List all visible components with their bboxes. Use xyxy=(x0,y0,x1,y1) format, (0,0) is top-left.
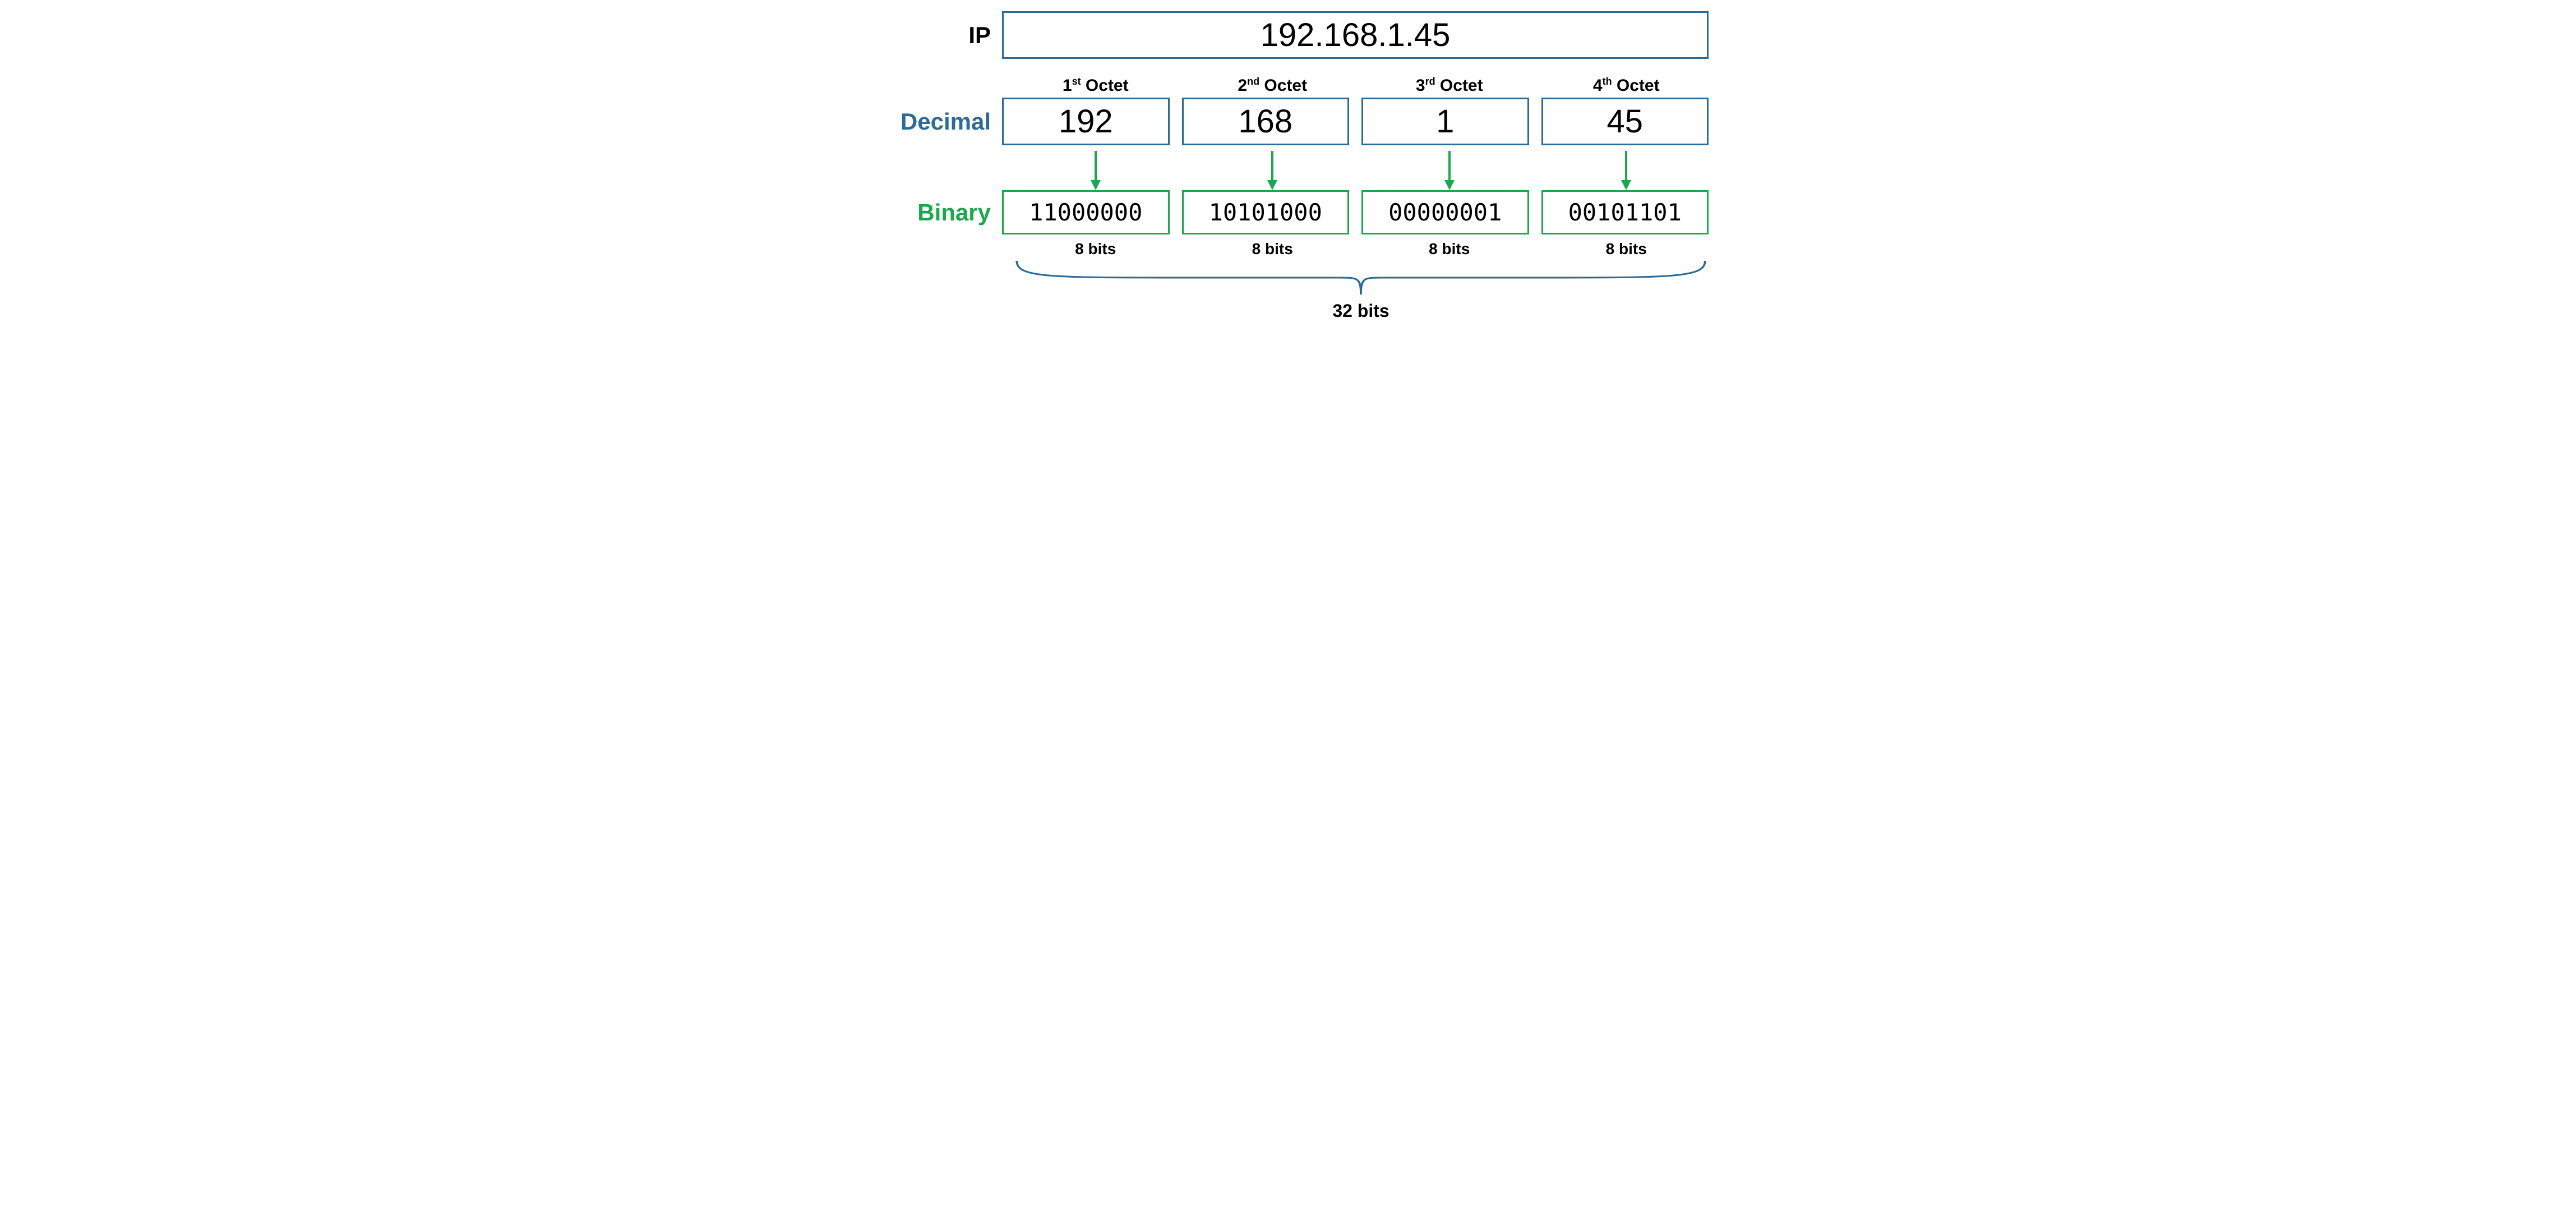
ip-content: 192.168.1.45 xyxy=(1002,11,1709,59)
binary-label: Binary xyxy=(867,199,1002,226)
octet-header: 3rd Octet xyxy=(1367,76,1532,95)
octet-ordinal-num: 3 xyxy=(1416,76,1425,95)
binary-octet-box: 10101000 xyxy=(1182,190,1350,234)
octet-ordinal-num: 4 xyxy=(1593,76,1603,95)
down-arrow-icon xyxy=(1441,151,1458,190)
bits-label: 8 bits xyxy=(1013,240,1178,258)
octet-ordinal-suffix: rd xyxy=(1425,76,1435,87)
binary-octet-box: 00000001 xyxy=(1361,190,1529,234)
curly-brace-icon xyxy=(1013,258,1709,297)
octet-ordinal-suffix: nd xyxy=(1247,76,1259,87)
decimal-content: 192 168 1 45 xyxy=(1002,98,1709,145)
octet-ordinal-suffix: th xyxy=(1603,76,1612,87)
arrow-cell xyxy=(1190,151,1355,190)
brace-wrap xyxy=(1013,258,1709,297)
decimal-label: Decimal xyxy=(867,108,1002,135)
octet-word: Octet xyxy=(1617,76,1660,95)
bits-label: 8 bits xyxy=(1190,240,1355,258)
down-arrow-icon xyxy=(1087,151,1104,190)
octet-header-row: 1st Octet 2nd Octet 3rd Octet 4th Octet xyxy=(1013,76,1709,95)
octet-header: 1st Octet xyxy=(1013,76,1178,95)
decimal-octet-box: 192 xyxy=(1002,98,1170,145)
ip-row: IP 192.168.1.45 xyxy=(867,11,1709,59)
arrow-cell xyxy=(1367,151,1532,190)
down-arrow-icon xyxy=(1618,151,1635,190)
decimal-octet-box: 168 xyxy=(1182,98,1350,145)
decimal-row: Decimal 192 168 1 45 xyxy=(867,98,1709,145)
decimal-octet-box: 1 xyxy=(1361,98,1529,145)
octet-ordinal-num: 1 xyxy=(1063,76,1072,95)
bits-label: 8 bits xyxy=(1544,240,1709,258)
arrow-cell xyxy=(1544,151,1709,190)
octet-word: Octet xyxy=(1086,76,1129,95)
arrow-row xyxy=(1013,151,1709,190)
total-bits-label: 32 bits xyxy=(1013,301,1709,321)
ip-address-box: 192.168.1.45 xyxy=(1002,11,1709,59)
binary-content: 11000000 10101000 00000001 00101101 xyxy=(1002,190,1709,234)
bits-row: 8 bits 8 bits 8 bits 8 bits xyxy=(1013,240,1709,258)
octet-ordinal-suffix: st xyxy=(1072,76,1081,87)
binary-octet-box: 11000000 xyxy=(1002,190,1170,234)
octet-header: 2nd Octet xyxy=(1190,76,1355,95)
down-arrow-icon xyxy=(1264,151,1281,190)
ip-diagram: IP 192.168.1.45 1st Octet 2nd Octet 3rd … xyxy=(867,11,1709,321)
binary-row: Binary 11000000 10101000 00000001 001011… xyxy=(867,190,1709,234)
octet-word: Octet xyxy=(1264,76,1307,95)
binary-octet-box: 00101101 xyxy=(1541,190,1709,234)
octet-header: 4th Octet xyxy=(1544,76,1709,95)
ip-label: IP xyxy=(867,22,1002,49)
bits-label: 8 bits xyxy=(1367,240,1532,258)
octet-ordinal-num: 2 xyxy=(1238,76,1247,95)
decimal-octet-box: 45 xyxy=(1541,98,1709,145)
octet-word: Octet xyxy=(1440,76,1483,95)
arrow-cell xyxy=(1013,151,1178,190)
